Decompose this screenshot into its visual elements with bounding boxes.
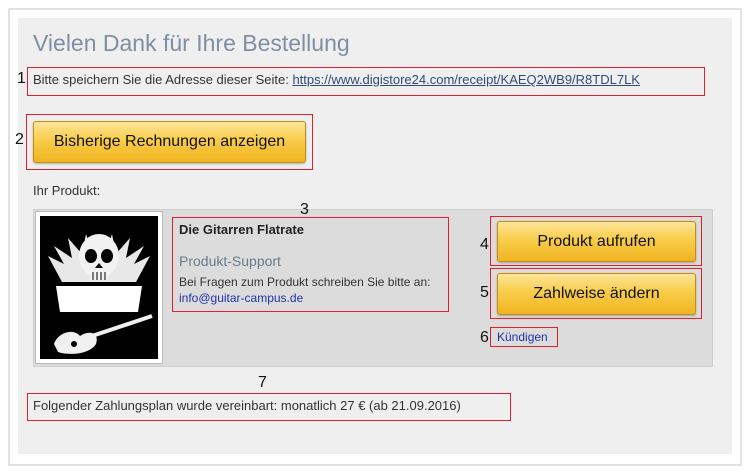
open-product-button[interactable]: Produkt aufrufen <box>497 221 696 262</box>
product-name: Die Gitarren Flatrate <box>179 222 304 237</box>
address-line: Bitte speichern Sie die Adresse dieser S… <box>33 72 640 87</box>
product-section-label: Ihr Produkt: <box>33 183 101 198</box>
support-text: Bei Fragen zum Produkt schreiben Sie bit… <box>179 275 431 289</box>
product-image <box>35 211 163 364</box>
annotation-number-1: 1 <box>17 70 26 87</box>
show-invoices-button[interactable]: Bisherige Rechnungen anzeigen <box>33 121 306 163</box>
payment-plan-text: Folgender Zahlungsplan wurde vereinbart:… <box>33 398 461 413</box>
annotation-number-7: 7 <box>258 374 267 391</box>
annotation-number-5: 5 <box>480 284 489 301</box>
receipt-url-link[interactable]: https://www.digistore24.com/receipt/KAEQ… <box>292 72 640 87</box>
address-prefix: Bitte speichern Sie die Adresse dieser S… <box>33 72 289 87</box>
change-payment-button[interactable]: Zahlweise ändern <box>497 273 696 315</box>
support-heading: Produkt-Support <box>179 253 281 269</box>
annotation-number-2: 2 <box>15 131 24 148</box>
guitar-campus-logo <box>40 216 158 359</box>
support-email-link[interactable]: info@guitar-campus.de <box>179 291 303 305</box>
page-title: Vielen Dank für Ihre Bestellung <box>33 30 350 56</box>
cancel-subscription-link[interactable]: Kündigen <box>497 330 548 344</box>
annotation-number-6: 6 <box>480 329 489 346</box>
annotation-number-4: 4 <box>480 236 489 253</box>
